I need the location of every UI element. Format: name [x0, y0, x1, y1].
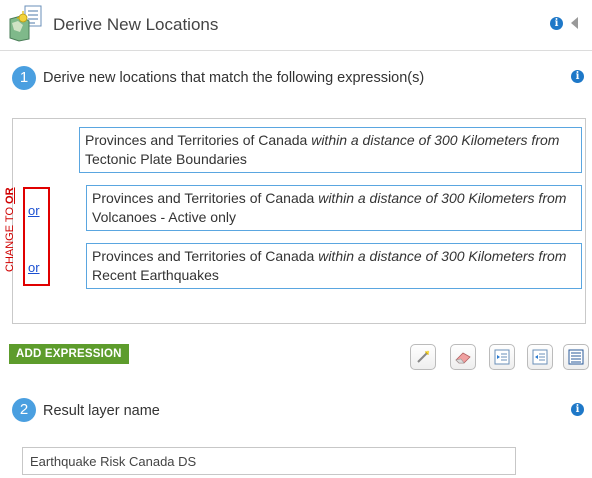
- list-icon: [564, 349, 588, 373]
- annotation-highlight-box: [23, 187, 50, 286]
- annotation-emphasis: OR: [4, 187, 16, 204]
- edit-expression-button[interactable]: [410, 344, 436, 370]
- page-title: Derive New Locations: [53, 15, 219, 34]
- expression-layer: Provinces and Territories of Canada: [85, 132, 312, 148]
- step-1-label: Derive new locations that match the foll…: [43, 70, 425, 86]
- expression-relation: within a distance of 300 Kilometers from: [311, 132, 560, 148]
- expression-target: Recent Earthquakes: [92, 267, 219, 283]
- indent-icon: [490, 349, 514, 373]
- add-expression-button[interactable]: ADD EXPRESSION: [9, 344, 129, 364]
- outdent-icon: [528, 349, 552, 373]
- expression-relation: within a distance of 300 Kilometers from: [318, 248, 567, 264]
- expression-target: Tectonic Plate Boundaries: [85, 151, 247, 167]
- expression-target: Volcanoes - Active only: [92, 209, 236, 225]
- annotation-note: CHANGE TO OR: [3, 187, 17, 272]
- expression-relation: within a distance of 300 Kilometers from: [318, 190, 567, 206]
- eraser-icon: [451, 352, 475, 373]
- list-expressions-button[interactable]: [563, 344, 589, 370]
- header-info-icon[interactable]: i: [550, 17, 563, 30]
- remove-expression-button[interactable]: [450, 344, 476, 370]
- expression-row-2[interactable]: Provinces and Territories of Canada with…: [86, 185, 582, 231]
- step-1-info-icon[interactable]: i: [571, 70, 584, 83]
- expression-row-1[interactable]: Provinces and Territories of Canada with…: [79, 127, 582, 173]
- ungroup-expression-button[interactable]: [527, 344, 553, 370]
- step-2-label: Result layer name: [43, 403, 160, 419]
- collapse-arrow-icon[interactable]: [571, 17, 578, 29]
- group-expression-button[interactable]: [489, 344, 515, 370]
- edit-icon: [411, 350, 435, 373]
- expression-layer: Provinces and Territories of Canada: [92, 190, 319, 206]
- derive-locations-icon: [7, 5, 45, 43]
- step-2-badge: 2: [12, 398, 36, 422]
- annotation-text: CHANGE TO: [4, 203, 16, 272]
- result-layer-name-input[interactable]: [22, 447, 516, 475]
- expression-row-3[interactable]: Provinces and Territories of Canada with…: [86, 243, 582, 289]
- step-1-badge: 1: [12, 66, 36, 90]
- expression-layer: Provinces and Territories of Canada: [92, 248, 319, 264]
- step-2-info-icon[interactable]: i: [571, 403, 584, 416]
